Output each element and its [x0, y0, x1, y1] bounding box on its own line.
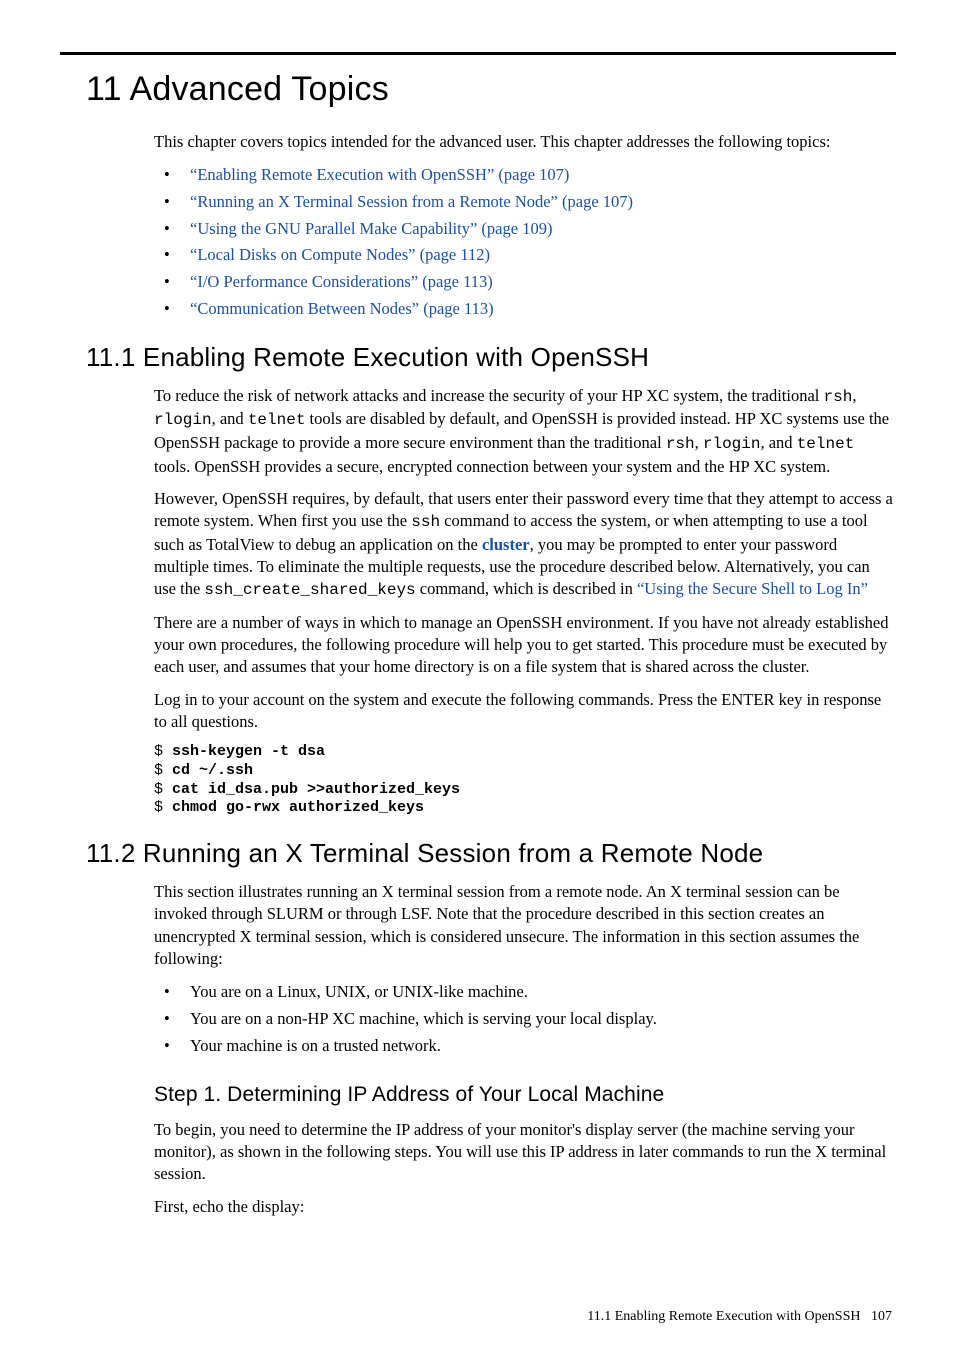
text-run: , and: [760, 433, 796, 452]
body-paragraph: To begin, you need to determine the IP a…: [154, 1119, 894, 1186]
command: cat id_dsa.pub >>authorized_keys: [172, 781, 460, 798]
list-item: You are on a non-HP XC machine, which is…: [154, 1007, 894, 1032]
prompt: $: [154, 799, 172, 816]
toc-item: “Enabling Remote Execution with OpenSSH”…: [154, 163, 894, 188]
body-paragraph: To reduce the risk of network attacks an…: [154, 385, 894, 478]
list-item: You are on a Linux, UNIX, or UNIX-like m…: [154, 980, 894, 1005]
link-text: cluster: [482, 535, 530, 554]
prompt: $: [154, 743, 172, 760]
prompt: $: [154, 781, 172, 798]
toc-item: “Communication Between Nodes” (page 113): [154, 297, 894, 322]
toc-item: “Local Disks on Compute Nodes” (page 112…: [154, 243, 894, 268]
step-1-heading: Step 1. Determining IP Address of Your L…: [154, 1081, 894, 1109]
code-inline: rlogin: [154, 411, 212, 429]
toc-link[interactable]: “Enabling Remote Execution with OpenSSH”…: [190, 165, 569, 184]
top-rule: [60, 52, 896, 55]
toc-list: “Enabling Remote Execution with OpenSSH”…: [154, 163, 894, 322]
command: chmod go-rwx authorized_keys: [172, 799, 424, 816]
code-inline: telnet: [797, 435, 855, 453]
chapter-title: 11 Advanced Topics: [86, 67, 896, 113]
toc-link[interactable]: “Using the GNU Parallel Make Capability”…: [190, 219, 552, 238]
body-paragraph: First, echo the display:: [154, 1196, 894, 1218]
code-inline: rsh: [666, 435, 695, 453]
code-inline: rlogin: [703, 435, 761, 453]
text-run: tools. OpenSSH provides a secure, encryp…: [154, 457, 830, 476]
code-inline: ssh_create_shared_keys: [204, 581, 415, 599]
xref-link[interactable]: “Using the Secure Shell to Log In”: [637, 579, 868, 598]
body-paragraph: However, OpenSSH requires, by default, t…: [154, 488, 894, 602]
section-11-2-heading: 11.2 Running an X Terminal Session from …: [86, 836, 896, 871]
text-run: command, which is described in: [416, 579, 637, 598]
body-paragraph: Log in to your account on the system and…: [154, 689, 894, 734]
command: ssh-keygen -t dsa: [172, 743, 325, 760]
toc-link[interactable]: “I/O Performance Considerations” (page 1…: [190, 272, 493, 291]
command: cd ~/.ssh: [172, 762, 253, 779]
text-run: , and: [212, 409, 248, 428]
toc-link[interactable]: “Running an X Terminal Session from a Re…: [190, 192, 633, 211]
page-footer: 11.1 Enabling Remote Execution with Open…: [60, 1308, 896, 1327]
toc-link[interactable]: “Communication Between Nodes” (page 113): [190, 299, 494, 318]
assumption-list: You are on a Linux, UNIX, or UNIX-like m…: [154, 980, 894, 1058]
body-paragraph: There are a number of ways in which to m…: [154, 612, 894, 679]
text-run: ,: [695, 433, 703, 452]
toc-item: “I/O Performance Considerations” (page 1…: [154, 270, 894, 295]
code-inline: ssh: [411, 513, 440, 531]
code-inline: telnet: [248, 411, 306, 429]
glossary-link-cluster[interactable]: cluster: [482, 535, 530, 554]
prompt: $: [154, 762, 172, 779]
list-item: Your machine is on a trusted network.: [154, 1034, 894, 1059]
toc-link[interactable]: “Local Disks on Compute Nodes” (page 112…: [190, 245, 490, 264]
section-11-1-heading: 11.1 Enabling Remote Execution with Open…: [86, 340, 896, 375]
text-run: ,: [852, 386, 856, 405]
code-inline: rsh: [824, 388, 853, 406]
footer-page-number: 107: [871, 1309, 892, 1324]
body-paragraph: This section illustrates running an X te…: [154, 881, 894, 970]
text-run: To reduce the risk of network attacks an…: [154, 386, 824, 405]
toc-item: “Running an X Terminal Session from a Re…: [154, 190, 894, 215]
footer-section: 11.1 Enabling Remote Execution with Open…: [587, 1309, 860, 1324]
intro-paragraph: This chapter covers topics intended for …: [154, 131, 894, 153]
toc-item: “Using the GNU Parallel Make Capability”…: [154, 217, 894, 242]
code-block: $ ssh-keygen -t dsa $ cd ~/.ssh $ cat id…: [154, 743, 894, 818]
